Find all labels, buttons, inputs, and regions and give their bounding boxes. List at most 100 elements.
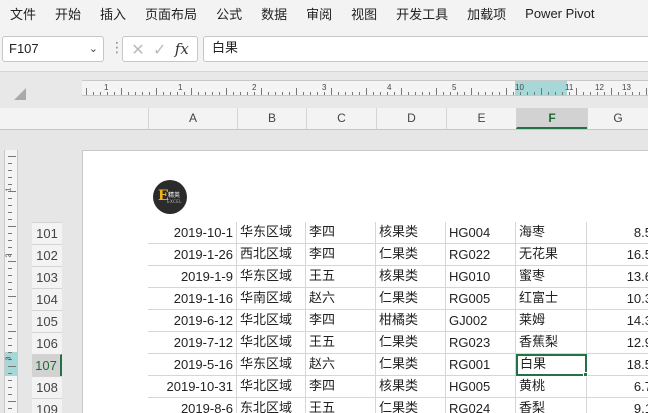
cell-date[interactable]: 2019-8-6 — [148, 398, 237, 413]
column-header-f[interactable]: F — [516, 108, 587, 129]
chevron-down-icon[interactable]: ⌄ — [89, 37, 98, 61]
cell-product[interactable]: 蜜枣 — [516, 266, 587, 288]
cell-code[interactable]: RG005 — [446, 288, 516, 310]
cell-date[interactable]: 2019-7-12 — [148, 332, 237, 354]
column-header-d[interactable]: D — [376, 108, 446, 129]
cell-name[interactable]: 李四 — [306, 310, 376, 332]
cell-date[interactable]: 2019-10-1 — [148, 222, 237, 244]
column-header-g[interactable]: G — [587, 108, 648, 129]
cell-product[interactable]: 无花果 — [516, 244, 587, 266]
menu-item[interactable]: 视图 — [351, 4, 377, 23]
row-header[interactable]: 101 — [32, 222, 62, 244]
formula-input[interactable]: 白果 — [203, 36, 648, 62]
cell-category[interactable]: 仁果类 — [376, 332, 446, 354]
cell-value[interactable]: 12.9 — [587, 332, 648, 354]
cell-region[interactable]: 华东区域 — [237, 266, 306, 288]
row-header[interactable]: 102 — [32, 244, 62, 266]
cell-value[interactable]: 13.6 — [587, 266, 648, 288]
row-header[interactable]: 105 — [32, 310, 62, 332]
cell-code[interactable]: RG023 — [446, 332, 516, 354]
cell-code[interactable]: HG010 — [446, 266, 516, 288]
cell-region[interactable]: 华北区域 — [237, 376, 306, 398]
menu-item[interactable]: 审阅 — [306, 4, 332, 23]
cell-product[interactable]: 黄桃 — [516, 376, 587, 398]
active-cell[interactable]: 白果 — [516, 354, 587, 376]
column-header-b[interactable]: B — [237, 108, 306, 129]
menu-item[interactable]: 公式 — [216, 4, 242, 23]
cell-region[interactable]: 华北区域 — [237, 332, 306, 354]
menu-item[interactable]: 页面布局 — [145, 4, 197, 23]
cell-category[interactable]: 核果类 — [376, 376, 446, 398]
cell-product[interactable]: 莱姆 — [516, 310, 587, 332]
cell-category[interactable]: 核果类 — [376, 222, 446, 244]
cell-code[interactable]: RG001 — [446, 354, 516, 376]
cell-code[interactable]: GJ002 — [446, 310, 516, 332]
column-header-e[interactable]: E — [446, 108, 516, 129]
menu-item[interactable]: Power Pivot — [525, 6, 594, 21]
cell-value[interactable]: 18.5 — [587, 354, 648, 376]
name-box[interactable]: F107 ⌄ — [2, 36, 104, 62]
cell-category[interactable]: 仁果类 — [376, 288, 446, 310]
cell-category[interactable]: 仁果类 — [376, 398, 446, 413]
cell-name[interactable]: 王五 — [306, 332, 376, 354]
row-header[interactable]: 109 — [32, 398, 62, 413]
cancel-icon[interactable]: ✕ — [131, 40, 144, 59]
cell-value[interactable]: 16.5 — [587, 244, 648, 266]
cell-code[interactable]: RG022 — [446, 244, 516, 266]
cell-category[interactable]: 仁果类 — [376, 354, 446, 376]
cell-name[interactable]: 李四 — [306, 244, 376, 266]
cell-category[interactable]: 柑橘类 — [376, 310, 446, 332]
cell-value[interactable]: 10.3 — [587, 288, 648, 310]
column-header-c[interactable]: C — [306, 108, 376, 129]
row-header[interactable]: 107 — [32, 354, 62, 376]
cell-region[interactable]: 华东区域 — [237, 354, 306, 376]
menu-item[interactable]: 开始 — [55, 4, 81, 23]
cell-date[interactable]: 2019-6-12 — [148, 310, 237, 332]
cell-name[interactable]: 王五 — [306, 266, 376, 288]
vruler-tick — [8, 296, 16, 297]
cell-name[interactable]: 赵六 — [306, 354, 376, 376]
cell-value[interactable]: 9.1 — [587, 398, 648, 413]
cell-name[interactable]: 李四 — [306, 376, 376, 398]
cell-date[interactable]: 2019-10-31 — [148, 376, 237, 398]
cell-value[interactable]: 8.5 — [587, 222, 648, 244]
cell-region[interactable]: 华北区域 — [237, 310, 306, 332]
row-header[interactable]: 104 — [32, 288, 62, 310]
cell-date[interactable]: 2019-5-16 — [148, 354, 237, 376]
cell-code[interactable]: RG024 — [446, 398, 516, 413]
ruler-tick — [436, 88, 437, 95]
column-header-a[interactable]: A — [148, 108, 237, 129]
cell-category[interactable]: 核果类 — [376, 266, 446, 288]
fill-handle[interactable] — [583, 372, 588, 377]
row-header[interactable]: 108 — [32, 376, 62, 398]
cell-name[interactable]: 赵六 — [306, 288, 376, 310]
cell-name[interactable]: 王五 — [306, 398, 376, 413]
select-all-corner[interactable] — [14, 88, 26, 100]
cell-code[interactable]: HG004 — [446, 222, 516, 244]
cell-date[interactable]: 2019-1-9 — [148, 266, 237, 288]
cell-name[interactable]: 李四 — [306, 222, 376, 244]
cell-code[interactable]: HG005 — [446, 376, 516, 398]
row-header[interactable]: 106 — [32, 332, 62, 354]
row-header[interactable]: 103 — [32, 266, 62, 288]
cell-product[interactable]: 香蕉梨 — [516, 332, 587, 354]
enter-icon[interactable]: ✓ — [153, 40, 166, 59]
menu-item[interactable]: 文件 — [10, 4, 36, 23]
cell-value[interactable]: 14.3 — [587, 310, 648, 332]
insert-function-icon[interactable]: fx — [175, 40, 189, 58]
menu-item[interactable]: 数据 — [261, 4, 287, 23]
cell-value[interactable]: 6.7 — [587, 376, 648, 398]
cell-region[interactable]: 西北区域 — [237, 244, 306, 266]
cell-date[interactable]: 2019-1-26 — [148, 244, 237, 266]
cell-region[interactable]: 华南区域 — [237, 288, 306, 310]
menu-item[interactable]: 插入 — [100, 4, 126, 23]
cell-product[interactable]: 香梨 — [516, 398, 587, 413]
cell-region[interactable]: 东北区域 — [237, 398, 306, 413]
cell-date[interactable]: 2019-1-16 — [148, 288, 237, 310]
cell-region[interactable]: 华东区域 — [237, 222, 306, 244]
menu-item[interactable]: 加载项 — [467, 4, 506, 23]
menu-item[interactable]: 开发工具 — [396, 4, 448, 23]
cell-category[interactable]: 仁果类 — [376, 244, 446, 266]
cell-product[interactable]: 海枣 — [516, 222, 587, 244]
cell-product[interactable]: 红富士 — [516, 288, 587, 310]
